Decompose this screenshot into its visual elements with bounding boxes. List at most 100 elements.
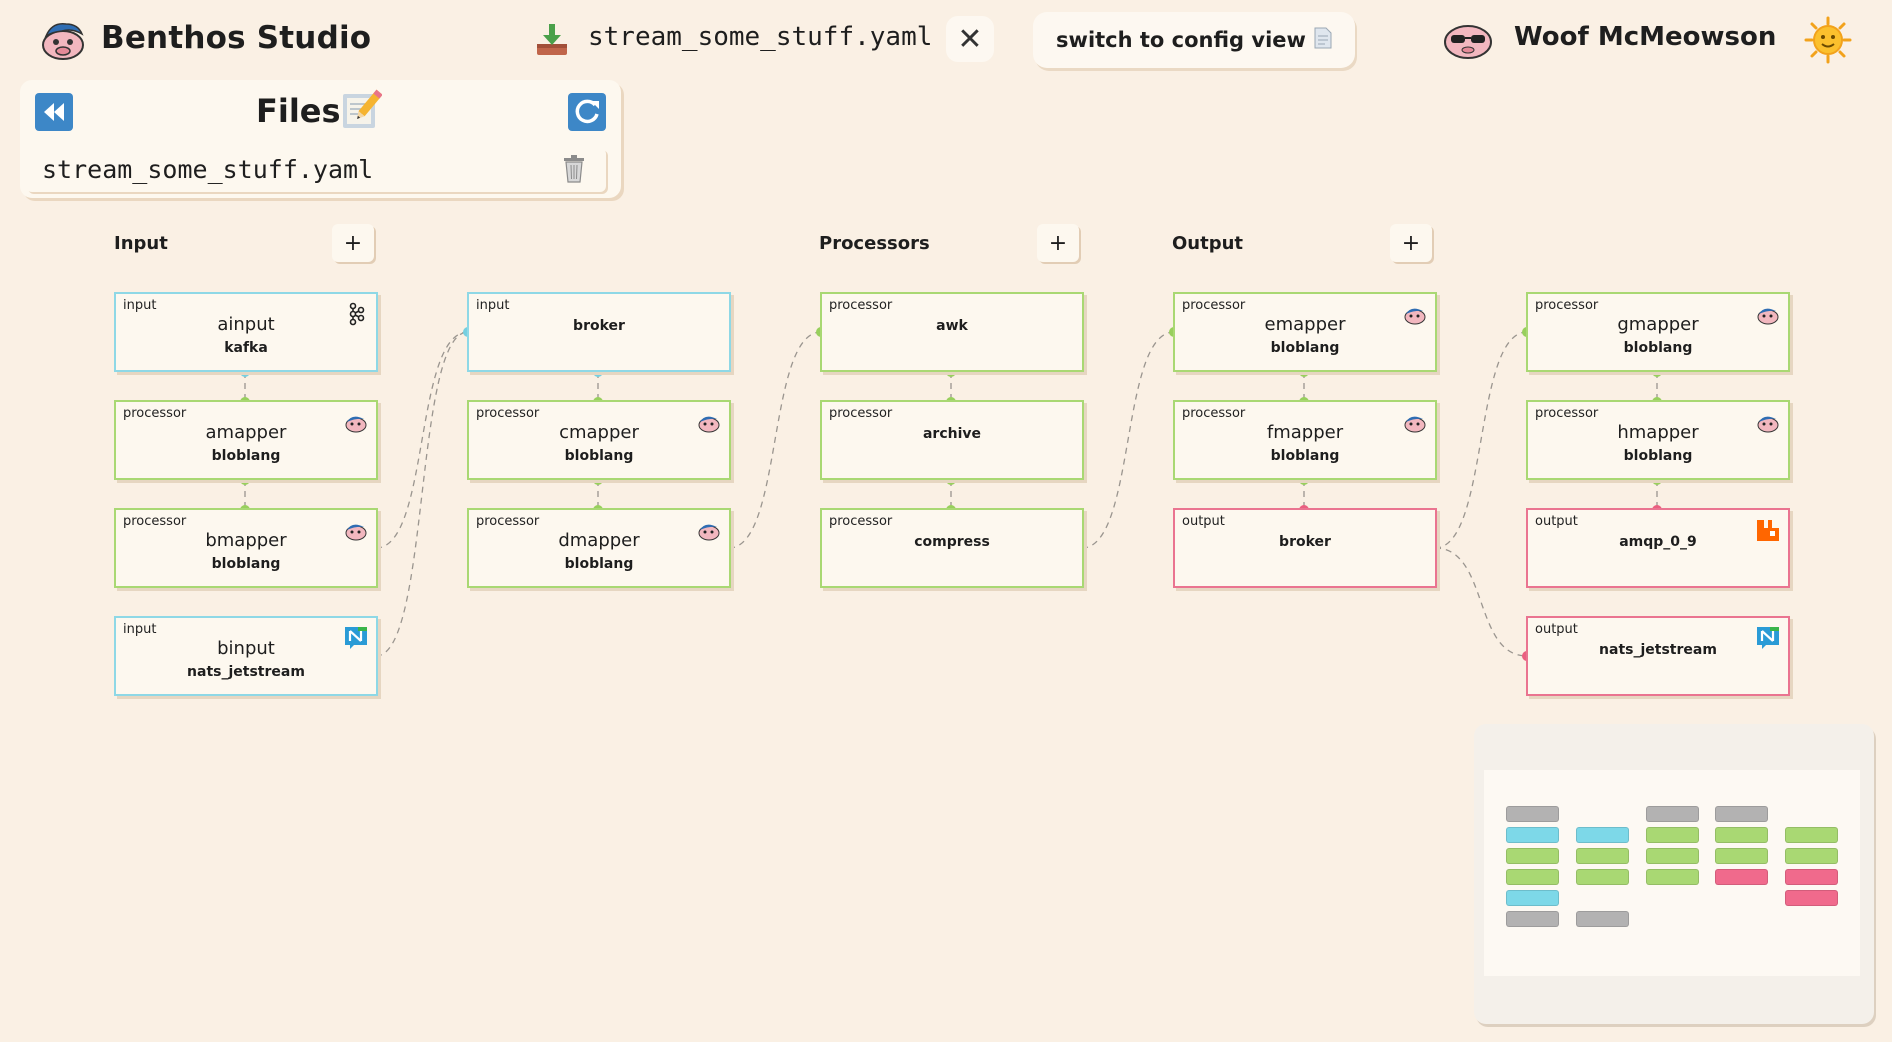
node-fmapper[interactable]: processor fmapper bloblang [1173,400,1437,480]
node-type: broker [573,318,625,334]
node-nats-output[interactable]: output nats_jetstream [1526,616,1790,696]
kafka-icon [344,302,368,326]
node-type: bloblang [1270,448,1340,464]
node-type: nats_jetstream [1599,642,1717,658]
bloblang-icon [1756,302,1780,326]
node-kind: processor [829,298,893,313]
close-file-button[interactable]: ✕ [946,16,994,62]
minimap-node [1506,848,1559,864]
node-kind: output [1535,622,1578,637]
download-icon[interactable] [534,22,570,58]
node-kind: processor [123,406,187,421]
minimap-node [1715,848,1768,864]
minimap-node [1785,890,1838,906]
node-type: bloblang [211,448,281,464]
node-label: cmapper [559,422,639,443]
node-kind: input [123,622,157,637]
node-cmapper[interactable]: processor cmapper bloblang [467,400,731,480]
sun-icon[interactable] [1804,16,1852,64]
input-section-title: Input [114,233,168,254]
node-type: compress [914,534,990,550]
rabbitmq-icon [1756,518,1780,542]
node-amapper[interactable]: processor amapper bloblang [114,400,378,480]
minimap-node [1506,869,1559,885]
node-binput[interactable]: input binput nats_jetstream [114,616,378,696]
node-type: nats_jetstream [187,664,305,680]
node-compress[interactable]: processor compress [820,508,1084,588]
minimap-node [1506,890,1559,906]
file-list-item-name[interactable]: stream_some_stuff.yaml [42,155,373,184]
minimap-node [1646,827,1699,843]
minimap-node [1785,848,1838,864]
trash-icon[interactable] [562,155,586,183]
node-kind: processor [829,406,893,421]
node-type: bloblang [564,448,634,464]
sunglasses-avatar-icon[interactable] [1442,20,1494,60]
minimap-viewport[interactable] [1484,770,1860,976]
minimap-node [1715,827,1768,843]
node-label: hmapper [1617,422,1699,443]
node-gmapper[interactable]: processor gmapper bloblang [1526,292,1790,372]
minimap-node [1785,827,1838,843]
bloblang-icon [344,410,368,434]
node-label: fmapper [1266,422,1344,443]
output-section-title: Output [1172,233,1244,254]
minimap-node [1576,848,1629,864]
bloblang-icon [1756,410,1780,434]
node-label: gmapper [1617,314,1699,335]
node-type: bloblang [1270,340,1340,356]
document-icon [1314,27,1332,54]
node-archive[interactable]: processor archive [820,400,1084,480]
node-kind: input [123,298,157,313]
add-output-button[interactable]: + [1390,224,1432,262]
node-type: archive [922,426,982,442]
node-emapper[interactable]: processor emapper bloblang [1173,292,1437,372]
node-type: kafka [224,340,268,356]
refresh-icon[interactable] [568,93,606,131]
node-amqp[interactable]: output amqp_0_9 [1526,508,1790,588]
node-label: emapper [1264,314,1346,335]
processors-section-title: Processors [819,233,930,254]
node-ainput[interactable]: input ainput kafka [114,292,378,372]
node-type: amqp_0_9 [1619,534,1697,550]
node-label: dmapper [558,530,640,551]
minimap-node [1506,827,1559,843]
node-type: bloblang [1623,448,1693,464]
minimap-node [1646,869,1699,885]
add-input-button[interactable]: + [332,224,374,262]
minimap-node [1506,806,1559,822]
node-bmapper[interactable]: processor bmapper bloblang [114,508,378,588]
node-hmapper[interactable]: processor hmapper bloblang [1526,400,1790,480]
switch-view-label: switch to config view [1056,28,1306,52]
node-awk[interactable]: processor awk [820,292,1084,372]
bloblang-icon [697,518,721,542]
node-input-broker[interactable]: input broker [467,292,731,372]
minimap-node [1576,911,1629,927]
node-kind: output [1182,514,1225,529]
node-kind: processor [476,514,540,529]
node-type: broker [1279,534,1331,550]
switch-to-config-view-button[interactable]: switch to config view [1033,12,1355,68]
rewind-icon[interactable] [35,93,73,131]
user-name[interactable]: Woof McMeowson [1514,22,1776,52]
minimap-node [1715,806,1768,822]
node-dmapper[interactable]: processor dmapper bloblang [467,508,731,588]
nats-icon [344,626,368,650]
node-kind: output [1535,514,1578,529]
pencil-memo-icon[interactable] [340,88,383,132]
add-processor-button[interactable]: + [1037,224,1079,262]
blobfish-logo-icon [38,18,88,62]
node-kind: processor [1182,406,1246,421]
node-type: bloblang [564,556,634,572]
bloblang-icon [1403,410,1427,434]
files-title: Files [256,92,341,130]
node-output-broker[interactable]: output broker [1173,508,1437,588]
app-title: Benthos Studio [101,20,372,56]
node-label: amapper [205,422,287,443]
node-type: bloblang [1623,340,1693,356]
minimap-node [1646,848,1699,864]
node-kind: processor [829,514,893,529]
nats-icon [1756,626,1780,650]
bloblang-icon [697,410,721,434]
close-icon: ✕ [957,21,983,57]
